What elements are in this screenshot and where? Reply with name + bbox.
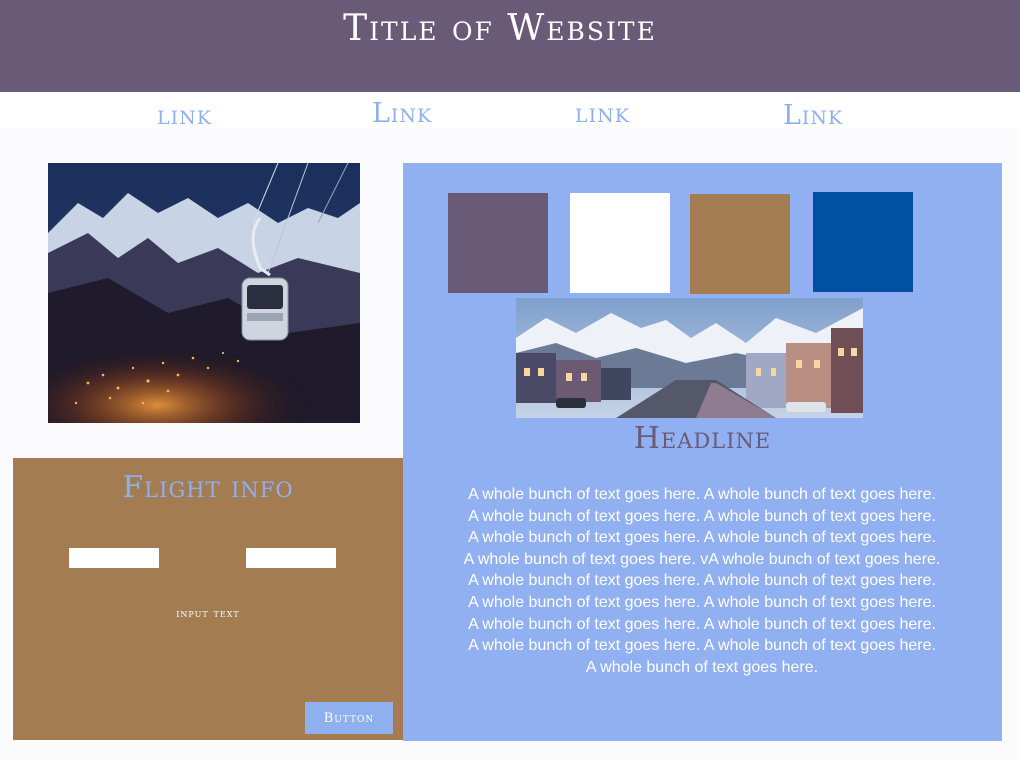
color-swatch-brown (690, 194, 790, 294)
gondola-photo (48, 163, 360, 423)
nav-link-4[interactable]: Link (783, 100, 843, 131)
content-panel: Headline A whole bunch of text goes here… (403, 163, 1002, 741)
input-text-label: input text (176, 606, 240, 620)
color-swatch-purple (448, 193, 548, 293)
color-swatch-blue (813, 192, 913, 292)
headline: Headline (633, 421, 772, 456)
body-text: A whole bunch of text goes here. A whole… (463, 486, 941, 676)
flight-submit-button[interactable]: Button (305, 702, 393, 734)
flight-input-2[interactable] (246, 548, 336, 568)
nav-link-3[interactable]: link (575, 98, 630, 129)
nav-bar: link Link link Link (0, 92, 1020, 131)
site-header: Title of Website (0, 0, 1020, 92)
color-swatch-white (570, 193, 670, 293)
flight-info-panel: Flight info input text Button (13, 458, 403, 740)
flight-input-1[interactable] (69, 548, 159, 568)
town-photo (516, 298, 863, 418)
flight-info-title: Flight info (122, 470, 294, 505)
site-title: Title of Website (343, 8, 657, 49)
nav-link-2[interactable]: Link (372, 98, 432, 129)
nav-link-1[interactable]: link (157, 100, 212, 131)
